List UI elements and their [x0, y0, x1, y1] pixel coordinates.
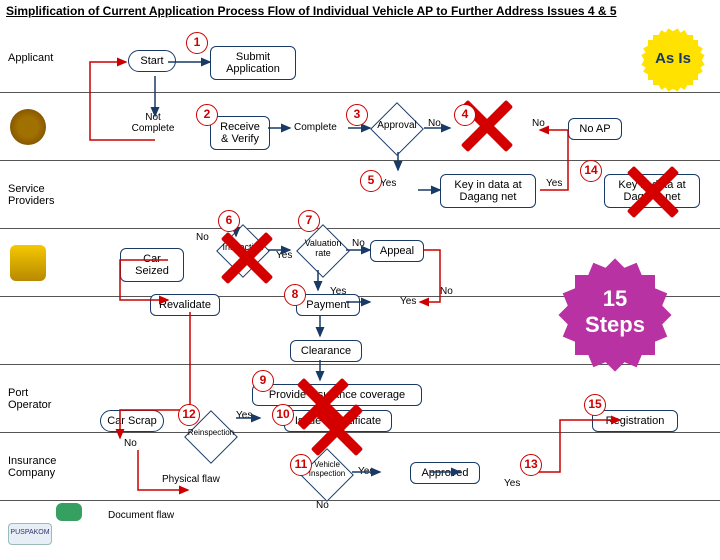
big-steps-star: 15Steps: [540, 240, 690, 390]
cross-icon: [216, 228, 276, 288]
step-10: 10: [272, 404, 294, 426]
step-8: 8: [284, 284, 306, 306]
step-6: 6: [218, 210, 240, 232]
step-4: 4: [454, 104, 476, 126]
step-3: 3: [346, 104, 368, 126]
step-5: 5: [360, 170, 382, 192]
step-7: 7: [298, 210, 320, 232]
step-14: 14: [580, 160, 602, 182]
step-12: 12: [178, 404, 200, 426]
step-13: 13: [520, 454, 542, 476]
step-11: 11: [290, 454, 312, 476]
step-2: 2: [196, 104, 218, 126]
step-1: 1: [186, 32, 208, 54]
cross-icon: [306, 400, 366, 460]
step-9: 9: [252, 370, 274, 392]
step-15: 15: [584, 394, 606, 416]
as-is-burst: As Is: [634, 34, 712, 86]
cross-icon: [622, 162, 682, 222]
